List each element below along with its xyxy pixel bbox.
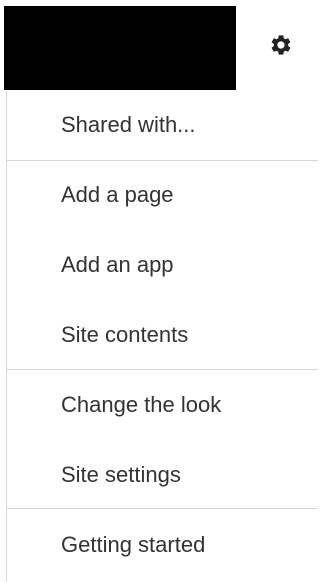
menu-item-add-a-page[interactable]: Add a page (61, 182, 174, 208)
menu-item-add-an-app[interactable]: Add an app (61, 252, 174, 278)
redacted-block (4, 6, 236, 90)
menu-item-getting-started[interactable]: Getting started (61, 532, 205, 558)
menu-divider (7, 508, 318, 509)
menu-item-change-the-look[interactable]: Change the look (61, 392, 221, 418)
settings-menu: Shared with... Add a page Add an app Sit… (6, 92, 318, 582)
settings-gear-button[interactable] (266, 30, 296, 60)
menu-divider (7, 369, 318, 370)
menu-item-site-contents[interactable]: Site contents (61, 322, 188, 348)
top-bar (0, 0, 317, 92)
menu-divider (7, 160, 318, 161)
gear-icon (271, 35, 291, 55)
menu-item-site-settings[interactable]: Site settings (61, 462, 181, 488)
menu-item-shared-with[interactable]: Shared with... (61, 112, 196, 138)
